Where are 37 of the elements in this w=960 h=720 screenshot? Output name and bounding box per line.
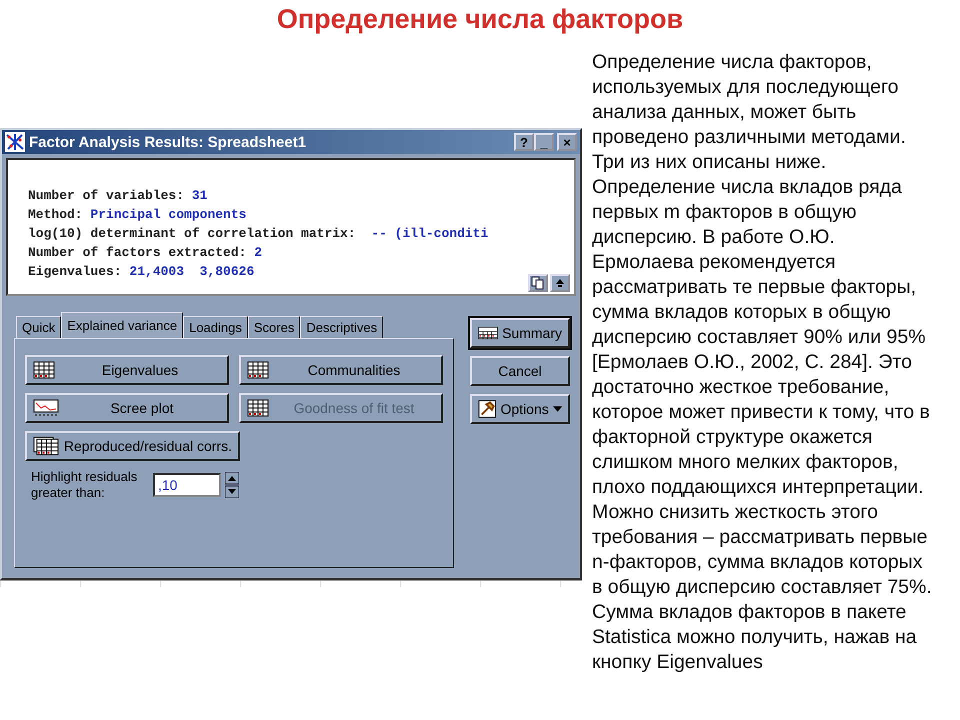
- dialog-button[interactable]: Reproduced/residual corrs.: [25, 431, 240, 461]
- table-icon: [33, 361, 55, 379]
- app-icon: [5, 132, 25, 152]
- table-icon: [247, 399, 269, 417]
- output-line: Number of factors extracted: 2: [28, 244, 264, 262]
- title-bar-button[interactable]: _: [534, 133, 554, 151]
- tab[interactable]: Quick: [16, 316, 62, 338]
- dialog-button[interactable]: Eigenvalues: [25, 355, 229, 385]
- side-button[interactable]: Summary: [470, 318, 570, 348]
- dropdown-arrow-icon: [552, 406, 562, 412]
- side-button[interactable]: Options: [470, 394, 570, 424]
- spin-buttons[interactable]: [225, 472, 239, 498]
- output-line: log(10) determinant of correlation matrix: -- (ill-conditi: [28, 225, 490, 243]
- residual-input[interactable]: ,10: [153, 473, 221, 497]
- hammer-icon: [478, 399, 496, 419]
- highlight-label: Highlight residuals greater than:: [31, 469, 138, 501]
- table-icon: [478, 324, 498, 342]
- table-icon: [247, 361, 269, 379]
- tab[interactable]: Descriptives: [300, 316, 384, 338]
- title-bar-button[interactable]: ?: [514, 133, 534, 151]
- tab[interactable]: Scores: [248, 316, 300, 338]
- output-line: Number of variables: 31: [28, 187, 208, 205]
- output-line: Eigenvalues: 21,4003 3,80626: [28, 263, 256, 281]
- dialog-button[interactable]: Communalities: [239, 355, 443, 385]
- stacked-tables-icon: [33, 436, 60, 456]
- tab[interactable]: Explained variance: [61, 312, 184, 338]
- output-line: Method: Principal components: [28, 206, 248, 224]
- side-button[interactable]: Cancel: [470, 356, 570, 386]
- copy-icon[interactable]: [528, 274, 548, 292]
- window-title: Factor Analysis Results: Spreadsheet1: [29, 134, 308, 150]
- arrow-up-icon[interactable]: [550, 274, 570, 292]
- tab[interactable]: Loadings: [183, 316, 248, 338]
- description-paragraph: Определение числа факторов, используемых для последующего анализа данных, может быть проведено различными методами. Три из них описаны ниже. Определение числа вкладов ряда первых m факторов в общую дисперсию. В работе О.Ю. Ермолаева рекомендуется рассматривать те первые факторы, сумма вкладов которых в общую дисперсию составляет 90% или 95% [Ермолаев О.Ю., 2002, С. 284]. Это достаточно жесткое требование, которое может привести к тому, что в факторной структуре окажется слишком много мелких факторов, плохо поддающихся интерпретации. Можно снизить жесткость этого требования – рассматривать первые n-факторов, сумма вкладов которых в общую дисперсию составляет 75%. Сумма вкладов факторов в пакете Statistica можно получить, нажав на кнопку Eigenvalues: [592, 50, 932, 675]
- slide-title: Определение числа факторов: [276, 3, 684, 36]
- title-bar-button[interactable]: ×: [557, 133, 577, 151]
- line-chart-icon: [33, 399, 59, 417]
- dialog-button[interactable]: Scree plot: [25, 393, 229, 423]
